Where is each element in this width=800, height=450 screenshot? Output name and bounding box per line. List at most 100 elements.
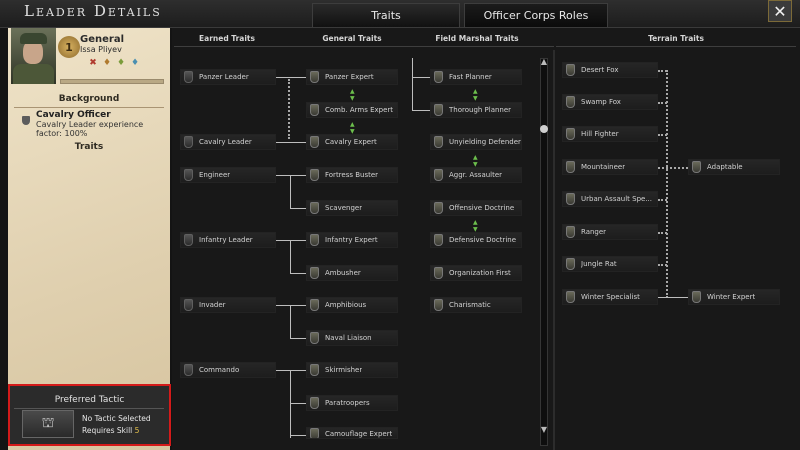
adaptable-icon	[692, 161, 701, 173]
connector	[290, 403, 306, 404]
connector	[290, 208, 306, 209]
organization-first-icon	[434, 267, 443, 279]
trait-ranger[interactable]: Ranger	[562, 224, 658, 240]
trait-tree-scrollbar[interactable]	[540, 58, 548, 446]
trait-ambusher[interactable]: Ambusher	[306, 265, 398, 281]
trait-adaptable[interactable]: Adaptable	[688, 159, 780, 175]
trait-comb-arms-expert[interactable]: Comb. Arms Expert	[306, 102, 398, 118]
trait-label: Invader	[199, 301, 226, 309]
swamp-fox-icon	[566, 96, 575, 108]
trait-label: Unyielding Defender	[449, 138, 521, 146]
trait-jungle-rat[interactable]: Jungle Rat	[562, 256, 658, 272]
scroll-down-arrow-icon[interactable]: ▼	[538, 425, 550, 435]
connector	[290, 273, 306, 274]
trait-engineer[interactable]: Engineer	[180, 167, 276, 183]
rank-badge: 1	[58, 36, 80, 58]
leader-portrait	[11, 28, 56, 84]
trait-winter-expert[interactable]: Winter Expert	[688, 289, 780, 305]
connector	[290, 240, 291, 273]
trait-panzer-expert[interactable]: Panzer Expert	[306, 69, 398, 85]
tab-officer-corps-roles[interactable]: Officer Corps Roles	[464, 3, 608, 27]
trait-aggr-assaulter[interactable]: Aggr. Assaulter	[430, 167, 522, 183]
trait-desert-fox[interactable]: Desert Fox	[562, 62, 658, 78]
trait-label: Offensive Doctrine	[449, 204, 515, 212]
earned-traits-heading: Earned Traits	[199, 34, 255, 43]
panzer-leader-icon	[184, 71, 193, 83]
trait-label: Infantry Leader	[199, 236, 253, 244]
background-shield-icon	[22, 116, 30, 125]
trait-paratroopers[interactable]: Paratroopers	[306, 395, 398, 411]
trait-offensive-doctrine[interactable]: Offensive Doctrine	[430, 200, 522, 216]
unyielding-defender-icon	[434, 136, 443, 148]
preferred-tactic-panel[interactable]: Preferred Tactic ⛫ No Tactic Selected Re…	[8, 384, 171, 446]
dotted-connector	[658, 134, 667, 136]
trait-thorough-planner[interactable]: Thorough Planner	[430, 102, 522, 118]
trait-infantry-expert[interactable]: Infantry Expert	[306, 232, 398, 248]
tactic-required-skill: 5	[134, 426, 140, 435]
trait-label: Comb. Arms Expert	[325, 106, 394, 114]
infantry-expert-icon	[310, 234, 319, 246]
hill-fighter-icon	[566, 128, 575, 140]
trait-hill-fighter[interactable]: Hill Fighter	[562, 126, 658, 142]
trait-label: Hill Fighter	[581, 130, 619, 138]
trait-camouflage-expert[interactable]: Camouflage Expert	[306, 427, 398, 439]
trait-fast-planner[interactable]: Fast Planner	[430, 69, 522, 85]
header-divider	[174, 46, 554, 47]
connector	[276, 305, 306, 306]
trait-skirmisher[interactable]: Skirmisher	[306, 362, 398, 378]
terrain-traits-heading: Terrain Traits	[648, 34, 704, 43]
background-description: Cavalry Leader experience factor: 100%	[36, 120, 144, 138]
connector	[276, 370, 306, 371]
trait-defensive-doctrine[interactable]: Defensive Doctrine	[430, 232, 522, 248]
attack-skill-icon: ✖	[89, 58, 97, 68]
tactic-icon[interactable]: ⛫	[22, 410, 74, 438]
tactic-requirement: Requires Skill 5	[82, 426, 139, 435]
preferred-tactic-heading: Preferred Tactic	[54, 395, 125, 405]
trait-amphibious[interactable]: Amphibious	[306, 297, 398, 313]
connector	[276, 142, 306, 143]
cavalry-leader-icon	[184, 136, 193, 148]
trait-cavalry-leader[interactable]: Cavalry Leader	[180, 134, 276, 150]
trait-swamp-fox[interactable]: Swamp Fox	[562, 94, 658, 110]
trait-charismatic[interactable]: Charismatic	[430, 297, 522, 313]
scrollbar-thumb[interactable]	[540, 125, 548, 133]
tactic-requires-label: Requires Skill	[82, 426, 133, 435]
leader-name: Issa Pliyev	[80, 45, 122, 54]
trait-scavenger[interactable]: Scavenger	[306, 200, 398, 216]
trait-panzer-leader[interactable]: Panzer Leader	[180, 69, 276, 85]
trait-label: Panzer Leader	[199, 73, 249, 81]
dotted-connector	[658, 199, 667, 201]
thorough-planner-icon	[434, 104, 443, 116]
trait-label: Fast Planner	[449, 73, 492, 81]
defense-skill-icon: ♦	[102, 58, 112, 68]
trait-urban-assault-specialist[interactable]: Urban Assault Spe...	[562, 191, 658, 207]
trait-infantry-leader[interactable]: Infantry Leader	[180, 232, 276, 248]
dotted-connector	[658, 167, 688, 169]
upgrade-arrow-icon: ▲ ▼	[473, 88, 478, 102]
general-traits-heading: General Traits	[322, 34, 382, 43]
trait-label: Organization First	[449, 269, 511, 277]
trait-label: Cavalry Leader	[199, 138, 252, 146]
jungle-rat-icon	[566, 258, 575, 270]
trait-cavalry-expert[interactable]: Cavalry Expert	[306, 134, 398, 150]
tab-traits[interactable]: Traits	[312, 3, 460, 27]
traits-heading: Traits	[74, 142, 104, 152]
desert-fox-icon	[566, 64, 575, 76]
trait-mountaineer[interactable]: Mountaineer	[562, 159, 658, 175]
trait-label: Jungle Rat	[581, 260, 617, 268]
trait-invader[interactable]: Invader	[180, 297, 276, 313]
trait-fortress-buster[interactable]: Fortress Buster	[306, 167, 398, 183]
trait-winter-specialist[interactable]: Winter Specialist	[562, 289, 658, 305]
scavenger-icon	[310, 202, 319, 214]
background-divider	[14, 107, 164, 108]
upgrade-arrow-icon: ▲ ▼	[350, 88, 355, 102]
connector	[290, 305, 291, 338]
preferred-tactic-divider	[14, 408, 164, 409]
trait-unyielding-defender[interactable]: Unyielding Defender	[430, 134, 522, 150]
close-button[interactable]: ✕	[768, 0, 792, 22]
trait-organization-first[interactable]: Organization First	[430, 265, 522, 281]
trait-commando[interactable]: Commando	[180, 362, 276, 378]
scroll-up-arrow-icon[interactable]: ▲	[538, 57, 550, 67]
trait-naval-liaison[interactable]: Naval Liaison	[306, 330, 398, 346]
trait-label: Urban Assault Spe...	[581, 195, 652, 203]
